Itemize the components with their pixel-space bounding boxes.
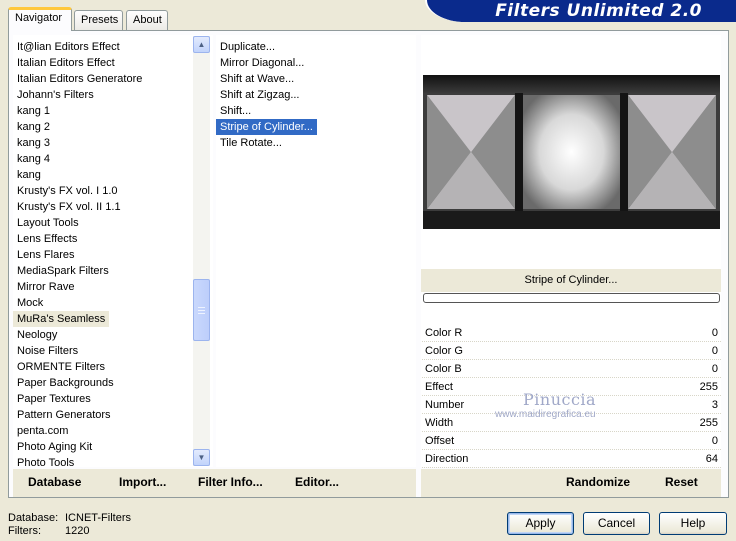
category-item[interactable]: MediaSpark Filters [13,263,113,279]
filter-info-button[interactable]: Filter Info... [198,475,263,489]
category-item[interactable]: Paper Textures [13,391,95,407]
filter-item[interactable]: Shift at Zigzag... [216,87,303,103]
param-toolbar: Randomize Reset [421,469,721,497]
category-item[interactable]: kang 2 [13,119,54,135]
reset-button[interactable]: Reset [665,475,698,489]
filters-label: Filters: [8,525,41,537]
category-item[interactable]: Italian Editors Generatore [13,71,146,87]
tab-about[interactable]: About [126,10,168,30]
param-name: Number [425,399,465,411]
chevron-down-icon: ▼ [197,453,206,462]
tab-about-label: About [133,14,162,26]
filter-item[interactable]: Shift at Wave... [216,71,298,87]
filter-item[interactable]: Tile Rotate... [216,135,286,151]
category-item[interactable]: kang 4 [13,151,54,167]
category-item[interactable]: Lens Flares [13,247,78,263]
category-item[interactable]: Pattern Generators [13,407,115,423]
category-item[interactable]: kang [13,167,45,183]
help-button[interactable]: Help [659,512,727,535]
param-value[interactable]: 255 [700,378,718,396]
param-name: Color R [425,327,463,339]
category-item[interactable]: Paper Backgrounds [13,375,118,391]
param-name: Offset [425,435,455,447]
randomize-button[interactable]: Randomize [566,475,630,489]
category-scrollbar[interactable]: ▲ ▼ [193,36,210,466]
filter-list[interactable]: Duplicate... Mirror Diagonal... Shift at W… [216,35,416,467]
category-item[interactable]: Neology [13,327,61,343]
filter-item[interactable]: Stripe of Cylinder... [216,119,317,135]
param-value[interactable]: 0 [712,342,718,360]
tab-navigator-label: Navigator [15,12,63,24]
param-row[interactable]: Direction 64 [422,450,721,468]
category-item[interactable]: Krusty's FX vol. I 1.0 [13,183,122,199]
param-value[interactable]: 0 [712,432,718,450]
filter-item[interactable]: Shift... [216,103,255,119]
param-value[interactable]: 0 [712,360,718,378]
banner-title: Filters Unlimited 2.0 [495,1,702,21]
chevron-up-icon: ▲ [197,40,206,49]
param-name: Width [425,417,454,429]
preview-image [423,75,720,229]
param-value[interactable]: 0 [712,324,718,342]
database-value: ICNET-Filters [65,512,131,524]
category-item[interactable]: It@lian Editors Effect [13,39,124,55]
import-button[interactable]: Import... [119,475,166,489]
category-item[interactable]: Noise Filters [13,343,82,359]
database-button[interactable]: Database [28,475,81,489]
category-item[interactable]: penta.com [13,423,72,439]
category-item[interactable]: Italian Editors Effect [13,55,119,71]
category-list[interactable]: It@lian Editors Effect Italian Editors Ef… [13,35,213,467]
tab-navigator[interactable]: Navigator [8,7,72,31]
title-banner: Filters Unlimited 2.0 [425,0,736,22]
param-row[interactable]: Color R 0 [422,324,721,342]
param-row[interactable]: Color B 0 [422,360,721,378]
param-name: Direction [425,453,469,465]
category-item[interactable]: MuRa's Seamless [13,311,110,327]
database-label: Database: [8,512,59,524]
filter-item[interactable]: Duplicate... [216,39,279,55]
watermark-name: Pinuccia [523,390,597,409]
scroll-thumb[interactable] [193,279,210,341]
category-item[interactable]: ORMENTE Filters [13,359,109,375]
category-item[interactable]: Mock [13,295,47,311]
param-name: Color B [425,363,462,375]
param-name: Color G [425,345,463,357]
category-item[interactable]: kang 3 [13,135,54,151]
category-item[interactable]: Layout Tools [13,215,83,231]
filter-item[interactable]: Mirror Diagonal... [216,55,308,71]
preview-render [423,75,720,229]
current-filter-name: Stripe of Cylinder... [421,269,721,292]
tab-presets-label: Presets [81,14,119,26]
category-item[interactable]: Photo Aging Kit [13,439,96,455]
param-value[interactable]: 255 [700,414,718,432]
filters-count: 1220 [65,525,90,537]
category-item[interactable]: Lens Effects [13,231,81,247]
param-row[interactable]: Color G 0 [422,342,721,360]
param-name: Effect [425,381,453,393]
category-item[interactable]: Krusty's FX vol. II 1.1 [13,199,125,215]
param-row[interactable]: Offset 0 [422,432,721,450]
watermark-url: www.maidiregrafica.eu [495,409,596,420]
param-value[interactable]: 3 [712,396,718,414]
progress-bar [423,293,720,303]
scroll-down-button[interactable]: ▼ [193,449,210,466]
editor-button[interactable]: Editor... [295,475,339,489]
category-item[interactable]: Johann's Filters [13,87,98,103]
list-toolbar: Database Import... Filter Info... Editor… [13,469,416,497]
apply-button[interactable]: Apply [507,512,574,535]
grip-icon [198,306,205,314]
tab-presets[interactable]: Presets [74,10,123,30]
param-value[interactable]: 64 [706,450,718,468]
scroll-up-button[interactable]: ▲ [193,36,210,53]
category-item[interactable]: Mirror Rave [13,279,78,295]
cancel-button[interactable]: Cancel [583,512,650,535]
category-item[interactable]: Photo Tools [13,455,78,467]
category-item[interactable]: kang 1 [13,103,54,119]
